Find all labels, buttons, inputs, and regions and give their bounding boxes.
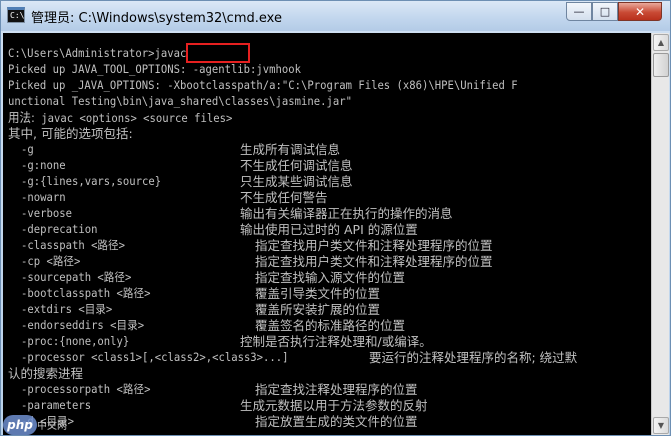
option-flag: -endorseddirs <目录> bbox=[21, 318, 145, 332]
command-highlight-box bbox=[186, 43, 250, 63]
scroll-up-arrow-icon[interactable]: ▲ bbox=[653, 34, 669, 51]
option-desc: 生成所有调试信息 bbox=[240, 142, 341, 157]
picked-up-line-2: Picked up _JAVA_OPTIONS: -Xbootclasspath… bbox=[8, 78, 518, 92]
option-desc: 指定查找用户类文件和注释处理程序的位置 bbox=[255, 238, 493, 253]
php-logo-text: php bbox=[7, 418, 33, 432]
option-flag: -g:none bbox=[21, 158, 66, 172]
option-flag: -processor <class1>[,<class2>,<class3>..… bbox=[21, 350, 289, 364]
option-desc-wrap: 认的搜索进程 bbox=[8, 366, 84, 381]
option-desc: 不生成任何警告 bbox=[240, 190, 328, 205]
option-desc: 指定放置生成的类文件的位置 bbox=[255, 414, 418, 429]
picked-up-line-2-cont: unctional Testing\bin\java_shared\classe… bbox=[8, 94, 352, 108]
usage-value: javac <options> <source files> bbox=[41, 111, 233, 125]
option-flag: -g:{lines,vars,source} bbox=[21, 174, 162, 188]
vertical-scrollbar[interactable]: ▲ ▼ bbox=[651, 33, 669, 435]
watermark-site-text: 中文网 bbox=[37, 421, 67, 432]
option-desc: 控制是否执行注释处理和/或编译。 bbox=[240, 334, 432, 349]
title-bar[interactable]: C:\ 管理员: C:\Windows\system32\cmd.exe — □… bbox=[1, 1, 670, 31]
option-flag: -deprecation bbox=[21, 222, 98, 236]
option-flag: -sourcepath <路径> bbox=[21, 270, 132, 284]
option-desc: 生成元数据以用于方法参数的反射 bbox=[240, 398, 428, 413]
typed-command: javac bbox=[154, 46, 187, 60]
option-desc: 指定查找输入源文件的位置 bbox=[255, 270, 406, 285]
maximize-button[interactable]: □ bbox=[592, 2, 618, 21]
option-desc: 覆盖所安装扩展的位置 bbox=[255, 302, 381, 317]
console-output[interactable]: C:\Users\Administrator>javac Picked up J… bbox=[3, 33, 651, 435]
option-desc: 只生成某些调试信息 bbox=[240, 174, 353, 189]
option-flag: -proc:{none,only} bbox=[21, 334, 130, 348]
window-controls: — □ ✕ bbox=[566, 2, 662, 21]
option-flag: -parameters bbox=[21, 398, 92, 412]
option-desc: 指定查找用户类文件和注释处理程序的位置 bbox=[255, 254, 493, 269]
option-desc: 覆盖签名的标准路径的位置 bbox=[255, 318, 406, 333]
window-title: 管理员: C:\Windows\system32\cmd.exe bbox=[31, 11, 282, 26]
options-header: 其中, 可能的选项包括: bbox=[8, 126, 133, 141]
picked-up-line-1: Picked up JAVA_TOOL_OPTIONS: -agentlib:j… bbox=[8, 62, 302, 76]
cmd-window: C:\ 管理员: C:\Windows\system32\cmd.exe — □… bbox=[0, 0, 671, 436]
option-flag: -processorpath <路径> bbox=[21, 382, 151, 396]
option-desc: 输出有关编译器正在执行的操作的消息 bbox=[240, 206, 453, 221]
option-flag: -g bbox=[21, 142, 34, 156]
option-flag: -nowarn bbox=[21, 190, 66, 204]
prompt-line: C:\Users\Administrator>javac bbox=[8, 46, 186, 61]
cmd-app-icon[interactable]: C:\ bbox=[7, 7, 25, 23]
option-flag: -bootclasspath <路径> bbox=[21, 286, 151, 300]
option-desc: 要运行的注释处理程序的名称; 绕过默 bbox=[369, 350, 578, 365]
option-desc: 不生成任何调试信息 bbox=[240, 158, 353, 173]
close-button[interactable]: ✕ bbox=[618, 2, 662, 21]
scroll-down-arrow-icon[interactable]: ▼ bbox=[653, 417, 669, 434]
option-desc: 指定查找注释处理程序的位置 bbox=[255, 382, 418, 397]
option-flag: -verbose bbox=[21, 206, 72, 220]
php-logo-watermark: php bbox=[3, 415, 37, 435]
option-flag: -classpath <路径> bbox=[21, 238, 125, 252]
minimize-button[interactable]: — bbox=[566, 2, 592, 21]
option-flag: -extdirs <目录> bbox=[21, 302, 113, 316]
prompt-path: C:\Users\Administrator> bbox=[8, 46, 155, 60]
cmd-icon-text: C:\ bbox=[10, 11, 25, 20]
option-flag: -cp <路径> bbox=[21, 254, 81, 268]
usage-label: 用法: bbox=[8, 110, 35, 125]
scrollbar-thumb[interactable] bbox=[653, 53, 669, 77]
option-desc: 覆盖引导类文件的位置 bbox=[255, 286, 381, 301]
option-desc: 输出使用已过时的 API 的源位置 bbox=[240, 222, 418, 237]
usage-line: 用法: javac <options> <source files> bbox=[8, 110, 232, 126]
